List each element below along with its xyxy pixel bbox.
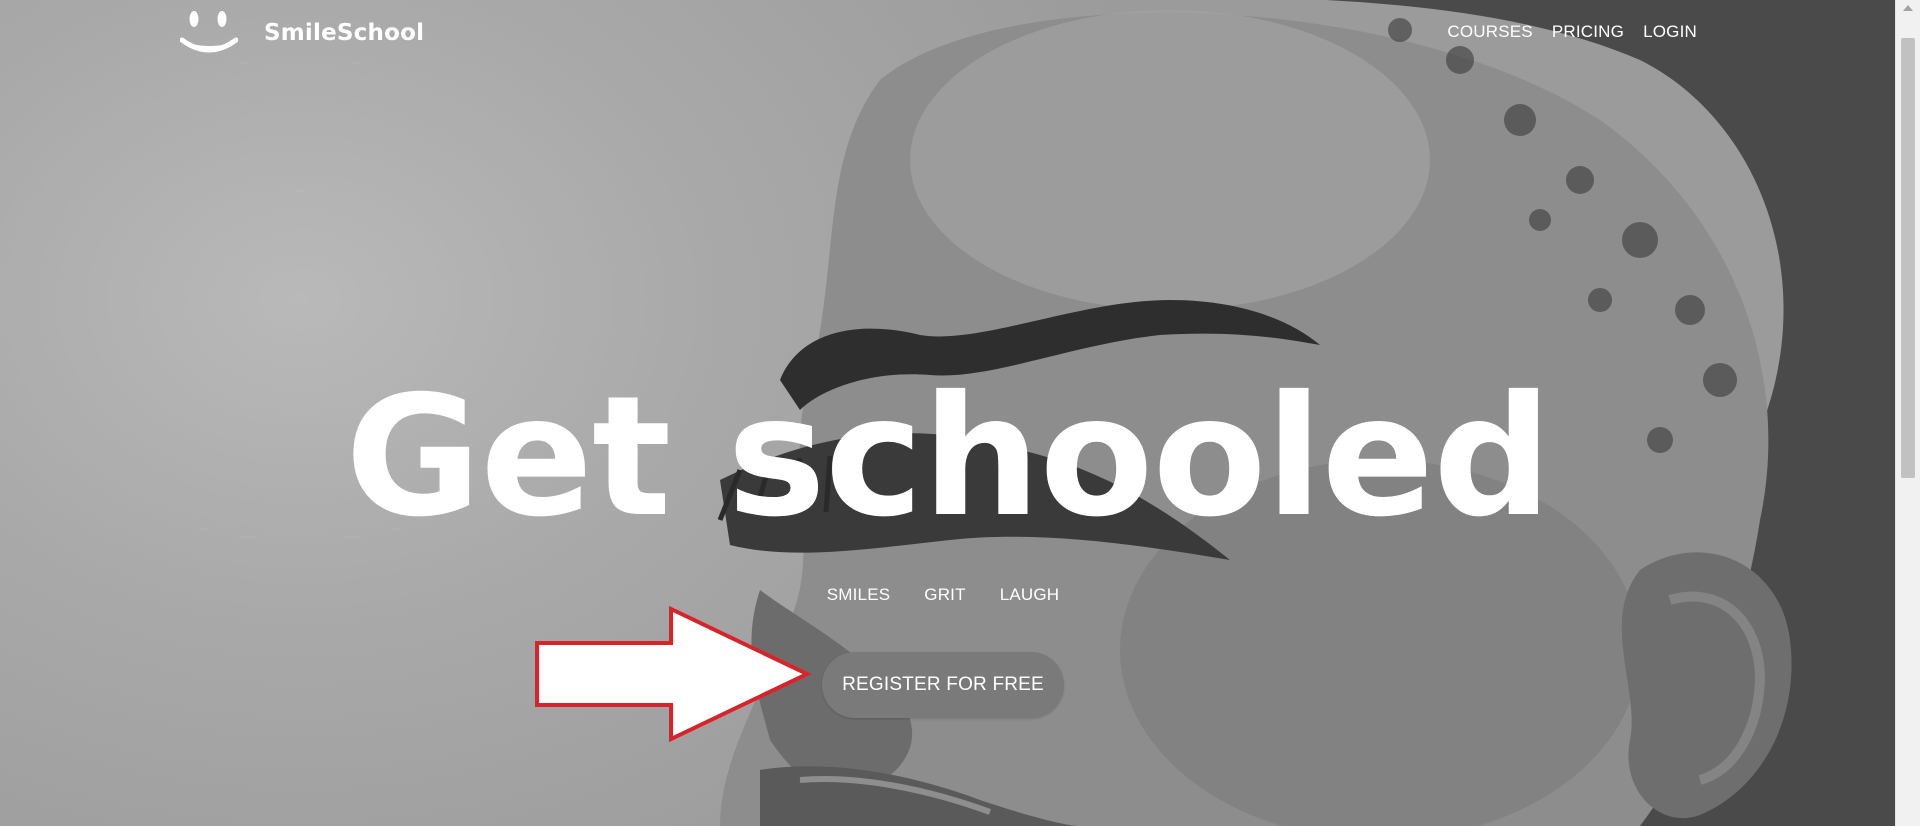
landing-page: SmileSchool COURSES PRICING LOGIN Get sc… bbox=[0, 0, 1920, 826]
nav-link-login[interactable]: LOGIN bbox=[1643, 22, 1697, 42]
red-outlined-arrow-icon bbox=[535, 606, 812, 742]
scroll-up-arrow-icon[interactable] bbox=[1903, 5, 1913, 11]
hero-headline: Get schooled bbox=[345, 361, 1552, 554]
scrollbar-thumb[interactable] bbox=[1901, 38, 1915, 478]
register-for-free-button[interactable]: REGISTER FOR FREE bbox=[822, 652, 1064, 718]
tag-smiles: SMILES bbox=[826, 585, 891, 604]
page-scrollbar[interactable] bbox=[1895, 0, 1920, 826]
brand-logo[interactable]: SmileSchool bbox=[180, 10, 424, 56]
brand-name: SmileSchool bbox=[264, 20, 425, 46]
nav-link-courses[interactable]: COURSES bbox=[1447, 22, 1532, 42]
nav-link-pricing[interactable]: PRICING bbox=[1552, 22, 1624, 42]
tag-laugh: LAUGH bbox=[999, 585, 1060, 604]
tag-grit: GRIT bbox=[924, 585, 966, 604]
smiley-face-icon bbox=[180, 11, 238, 53]
hero-tags: SMILES GRIT LAUGH bbox=[0, 585, 1886, 605]
top-nav: COURSES PRICING LOGIN bbox=[1447, 22, 1697, 42]
